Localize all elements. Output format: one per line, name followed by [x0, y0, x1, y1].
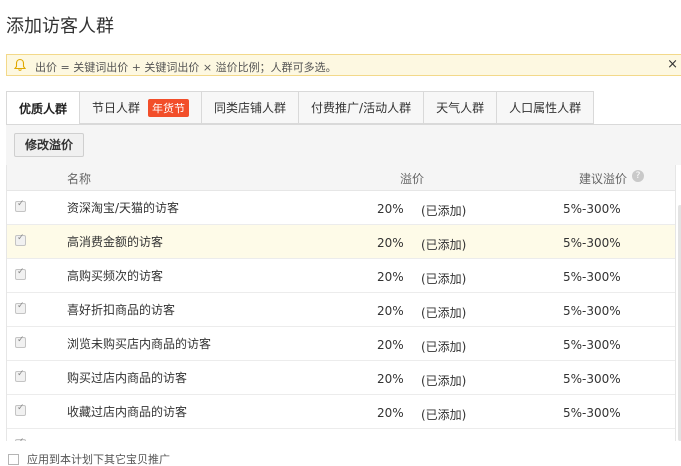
tab-quality-audience[interactable]: 优质人群: [6, 91, 81, 125]
tab-label: 天气人群: [436, 101, 485, 115]
added-status: (已添加): [421, 374, 467, 388]
suggested-range: 5%-300%: [563, 406, 621, 420]
close-icon[interactable]: ×: [667, 57, 678, 73]
audience-name: 喜好折扣商品的访客: [67, 303, 176, 317]
tab-similar-shop-audience[interactable]: 同类店铺人群: [202, 91, 300, 124]
apply-to-other-option[interactable]: 应用到本计划下其它宝贝推广: [8, 452, 170, 466]
table-row: 浏览未购买店内商品的访客 20% (已添加) 5%-300%: [7, 327, 675, 361]
apply-checkbox[interactable]: [8, 453, 19, 465]
audience-name: 高消费金额的访客: [67, 235, 164, 249]
suggested-range: 5%-300%: [563, 236, 621, 250]
tab-label: 优质人群: [19, 101, 68, 116]
premium-value: 20%: [377, 202, 404, 216]
premium-value: 20%: [377, 338, 404, 352]
tab-label: 付费推广/活动人群: [311, 101, 412, 115]
suggested-range: 5%-300%: [563, 338, 621, 352]
notice-text: 出价 = 关键词出价 + 关键词出价 × 溢价比例；人群可多选。: [35, 61, 337, 74]
notice-bar: 出价 = 关键词出价 + 关键词出价 × 溢价比例；人群可多选。 ×: [6, 54, 681, 76]
table-row: 高购买频次的访客 20% (已添加) 5%-300%: [7, 259, 675, 293]
help-icon[interactable]: ?: [632, 170, 644, 182]
table-header: 名称 溢价 建议溢价 ?: [7, 165, 675, 191]
audience-name: 资深淘宝/天猫的访客: [67, 201, 180, 215]
table-row: 购买过店内商品的访客 20% (已添加) 5%-300%: [7, 361, 675, 395]
added-status: (已添加): [421, 340, 467, 354]
added-status: (已添加): [421, 238, 467, 252]
suggested-range: 5%-300%: [563, 372, 621, 386]
audience-name: 购买过店内商品的访客: [67, 371, 188, 385]
row-checkbox[interactable]: [15, 199, 26, 212]
suggested-range: 5%-300%: [563, 202, 621, 216]
column-header-name: 名称: [67, 172, 92, 186]
tab-label: 节日人群: [92, 101, 141, 115]
audience-name: 高购买频次的访客: [67, 269, 164, 283]
premium-value: 20%: [377, 406, 404, 420]
tab-label: 人口属性人群: [509, 101, 582, 115]
column-header-suggested-premium: 建议溢价: [579, 172, 628, 186]
table-row: 资深淘宝/天猫的访客 20% (已添加) 5%-300%: [7, 191, 675, 225]
holiday-badge: 年货节: [148, 98, 190, 117]
tab-label: 同类店铺人群: [214, 101, 287, 115]
row-checkbox[interactable]: [15, 301, 26, 314]
added-status: (已添加): [421, 204, 467, 218]
premium-value: 20%: [377, 236, 404, 250]
row-checkbox[interactable]: [15, 369, 26, 382]
suggested-range: 5%-300%: [563, 304, 621, 318]
added-status: (已添加): [421, 408, 467, 422]
table-row: 高消费金额的访客 20% (已添加) 5%-300%: [7, 225, 675, 259]
audience-name: 浏览未购买店内商品的访客: [67, 337, 212, 351]
table-row: 收藏过店内商品的访客 20% (已添加) 5%-300%: [7, 395, 675, 429]
row-checkbox[interactable]: [15, 403, 26, 416]
premium-value: 20%: [377, 372, 404, 386]
tab-demographic-audience[interactable]: 人口属性人群: [497, 91, 595, 124]
column-header-premium: 溢价: [400, 172, 425, 186]
row-checkbox[interactable]: [15, 335, 26, 348]
premium-value: 20%: [377, 304, 404, 318]
added-status: (已添加): [421, 272, 467, 286]
page-title: 添加访客人群: [6, 16, 114, 37]
apply-label: 应用到本计划下其它宝贝推广: [27, 453, 170, 466]
modify-premium-button[interactable]: 修改溢价: [14, 133, 85, 157]
audience-table: 名称 溢价 建议溢价 ? 资深淘宝/天猫的访客 20% (已添加) 5%-300…: [6, 165, 676, 441]
tab-paid-promo-audience[interactable]: 付费推广/活动人群: [299, 91, 425, 124]
row-checkbox[interactable]: [15, 437, 26, 441]
bell-icon: [13, 58, 27, 71]
audience-tabs: 优质人群 节日人群 年货节 同类店铺人群 付费推广/活动人群 天气人群 人口属性…: [6, 91, 595, 125]
table-row: [7, 429, 675, 441]
row-checkbox[interactable]: [15, 267, 26, 280]
tab-weather-audience[interactable]: 天气人群: [424, 91, 498, 124]
premium-value: 20%: [377, 270, 404, 284]
toolbar: 修改溢价: [6, 125, 681, 165]
tab-holiday-audience[interactable]: 节日人群 年货节: [80, 91, 203, 124]
tab-panel: 修改溢价 名称 溢价 建议溢价 ? 资深淘宝/天猫的访客 20% (已添加) 5…: [6, 124, 681, 441]
table-row: 喜好折扣商品的访客 20% (已添加) 5%-300%: [7, 293, 675, 327]
suggested-range: 5%-300%: [563, 270, 621, 284]
audience-name: 收藏过店内商品的访客: [67, 405, 188, 419]
added-status: (已添加): [421, 306, 467, 320]
row-checkbox[interactable]: [15, 233, 26, 246]
